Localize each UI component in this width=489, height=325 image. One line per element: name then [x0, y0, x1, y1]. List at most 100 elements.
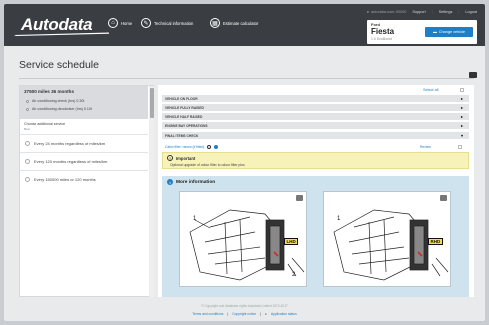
logout-link[interactable]: Logout: [465, 10, 477, 14]
diagram-rhd[interactable]: 1 RHD: [323, 191, 451, 287]
nav-estimate-calculator[interactable]: ▦ Estimate calculator: [210, 18, 258, 28]
support-link[interactable]: Support: [412, 10, 425, 14]
nav-estimate-label: Estimate calculator: [223, 20, 259, 26]
caret-right-icon: ▸: [460, 123, 463, 128]
cabin-filter-row[interactable]: Cabin filter: renew (if fitted) Review: [162, 144, 469, 150]
bullet-icon: [26, 99, 29, 103]
operation-label: VEHICLE ON FLOOR: [165, 96, 198, 101]
page-title: Service schedule: [19, 59, 99, 71]
option-label: Every 24 months regardless of miles/km: [34, 140, 106, 146]
nav-home-label: Home: [121, 20, 133, 26]
status-dot-icon: ●: [264, 312, 267, 316]
caret-down-icon: ▾: [460, 133, 463, 138]
svg-text:1: 1: [193, 216, 197, 222]
interval-item-label: Air conditioning deodoriser (hrs) 0.10t: [32, 107, 92, 111]
divider: |: [260, 312, 261, 316]
warning-icon: !: [167, 155, 173, 161]
radio-icon: [25, 140, 30, 146]
operation-row-vehicle-half-raised[interactable]: VEHICLE HALF RAISED ▸: [162, 113, 469, 120]
divider: |: [458, 10, 460, 14]
operation-label: ENGINE BAY OPERATIONS: [165, 123, 208, 128]
cabin-filter-checkbox[interactable]: [458, 145, 462, 149]
operation-label: VEHICLE FULLY RAISED: [165, 105, 204, 110]
review-link[interactable]: Review: [420, 145, 431, 149]
more-info-title: More information: [176, 179, 216, 185]
radio-icon: [25, 158, 30, 164]
nav-home[interactable]: ⌂ Home: [108, 18, 132, 28]
more-info-heading: i More information: [167, 179, 215, 185]
divider: |: [227, 312, 229, 316]
image-icon[interactable]: [214, 145, 219, 149]
nav-technical-information[interactable]: ✎ Technical information: [141, 18, 193, 28]
option-label: Every 120 months regardless of miles/km: [34, 158, 108, 164]
choose-additional-label: Choose additional service: [24, 122, 66, 126]
operation-row-vehicle-on-floor[interactable]: VEHICLE ON FLOOR ▸: [162, 95, 469, 102]
vehicle-model: Fiesta: [371, 27, 395, 36]
svg-text:1: 1: [337, 216, 341, 222]
settings-link[interactable]: Settings: [439, 10, 453, 14]
top-header: Autodata ⌂ Home ✎ Technical information …: [4, 4, 485, 46]
operation-row-vehicle-fully-raised[interactable]: VEHICLE FULLY RAISED ▸: [162, 104, 469, 111]
interval-item: Air conditioning check (hrs) 0.30t: [26, 99, 84, 103]
home-icon: ⌂: [108, 18, 118, 28]
title-divider: [19, 78, 474, 79]
selected-interval[interactable]: 37500 miles 36 months Air conditioning c…: [20, 86, 148, 119]
caret-right-icon: ▸: [460, 114, 463, 119]
change-vehicle-button[interactable]: ▬ Change vehicle: [425, 27, 473, 37]
interval-title: 37500 miles 36 months: [24, 89, 75, 94]
additional-service-option[interactable]: Every 24 months regardless of miles/km: [20, 134, 148, 151]
copyright-notice-link[interactable]: Copyright notice: [232, 312, 256, 316]
scroll-thumb[interactable]: [149, 88, 154, 118]
choose-additional-sub: Best: [24, 127, 31, 131]
panel-scrollbar[interactable]: [149, 86, 154, 297]
additional-service-option[interactable]: Every 120 months regardless of miles/km: [20, 152, 148, 169]
important-body: Optional upgrade of odour filter to odou…: [170, 163, 245, 167]
operation-row-engine-bay[interactable]: ENGINE BAY OPERATIONS ▸: [162, 122, 469, 129]
operation-row-final-items-check[interactable]: FINAL ITEMS CHECK ▾: [162, 132, 469, 139]
more-information-panel: i More information 1 2 LHD 1 RHD: [162, 176, 469, 297]
calculator-icon: ▦: [210, 18, 220, 28]
interval-item-label: Air conditioning check (hrs) 0.30t: [32, 99, 85, 103]
radio-icon: [25, 176, 30, 182]
vehicle-engine: 1.0 EcoBoost: [371, 37, 392, 41]
footer-copyright: © Copyright and database rights Autodata…: [201, 304, 288, 308]
user-icon: ●: [366, 10, 370, 14]
rhd-tag: RHD: [428, 238, 443, 245]
operations-panel: Select all VEHICLE ON FLOOR ▸ VEHICLE FU…: [158, 85, 474, 297]
user-name: autodata-user-00000: [371, 10, 407, 14]
info-icon[interactable]: [207, 145, 212, 149]
diagram-lhd[interactable]: 1 2 LHD: [179, 191, 307, 287]
zoom-icon[interactable]: [440, 195, 447, 201]
footer-links: Terms and conditions | Copyright notice …: [4, 312, 485, 316]
vehicle-selector: Ford Fiesta 1.0 EcoBoost ▬ Change vehicl…: [367, 20, 477, 44]
bullet-icon: [26, 107, 29, 111]
application-status-link[interactable]: Application status: [271, 312, 297, 316]
select-all-checkbox[interactable]: [460, 88, 464, 92]
zoom-icon[interactable]: [296, 195, 303, 201]
app-window: Autodata ⌂ Home ✎ Technical information …: [4, 4, 485, 321]
important-heading: ! Important: [167, 155, 195, 161]
nav-technical-label: Technical information: [154, 20, 194, 26]
interval-item: Air conditioning deodoriser (hrs) 0.10t: [26, 107, 92, 111]
caret-right-icon: ▸: [460, 105, 463, 110]
divider: |: [431, 10, 433, 14]
select-all-link[interactable]: Select all: [423, 88, 438, 92]
logo-swoosh-icon: [14, 32, 109, 36]
option-label: Every 150000 miles or 120 months: [34, 176, 96, 182]
info-icon: i: [167, 179, 173, 185]
car-icon: ▬: [433, 30, 437, 34]
interval-panel: 37500 miles 36 months Air conditioning c…: [19, 85, 154, 297]
lhd-tag: LHD: [284, 238, 299, 245]
terms-link[interactable]: Terms and conditions: [192, 312, 223, 316]
operation-label: FINAL ITEMS CHECK: [165, 133, 199, 138]
additional-service-option[interactable]: Every 150000 miles or 120 months: [20, 170, 148, 187]
caret-right-icon: ▸: [460, 96, 463, 101]
cabin-filter-label: Cabin filter: renew (if fitted): [165, 145, 205, 149]
user-menu[interactable]: ● autodata-user-00000: [367, 10, 407, 14]
important-notice: ! Important Optional upgrade of odour fi…: [162, 152, 469, 169]
operation-label: VEHICLE HALF RAISED: [165, 114, 203, 119]
top-links: ● autodata-user-00000 Support | Settings…: [367, 10, 477, 14]
change-vehicle-label: Change vehicle: [438, 30, 465, 34]
wrench-icon: ✎: [141, 18, 151, 28]
important-title: Important: [176, 155, 196, 161]
